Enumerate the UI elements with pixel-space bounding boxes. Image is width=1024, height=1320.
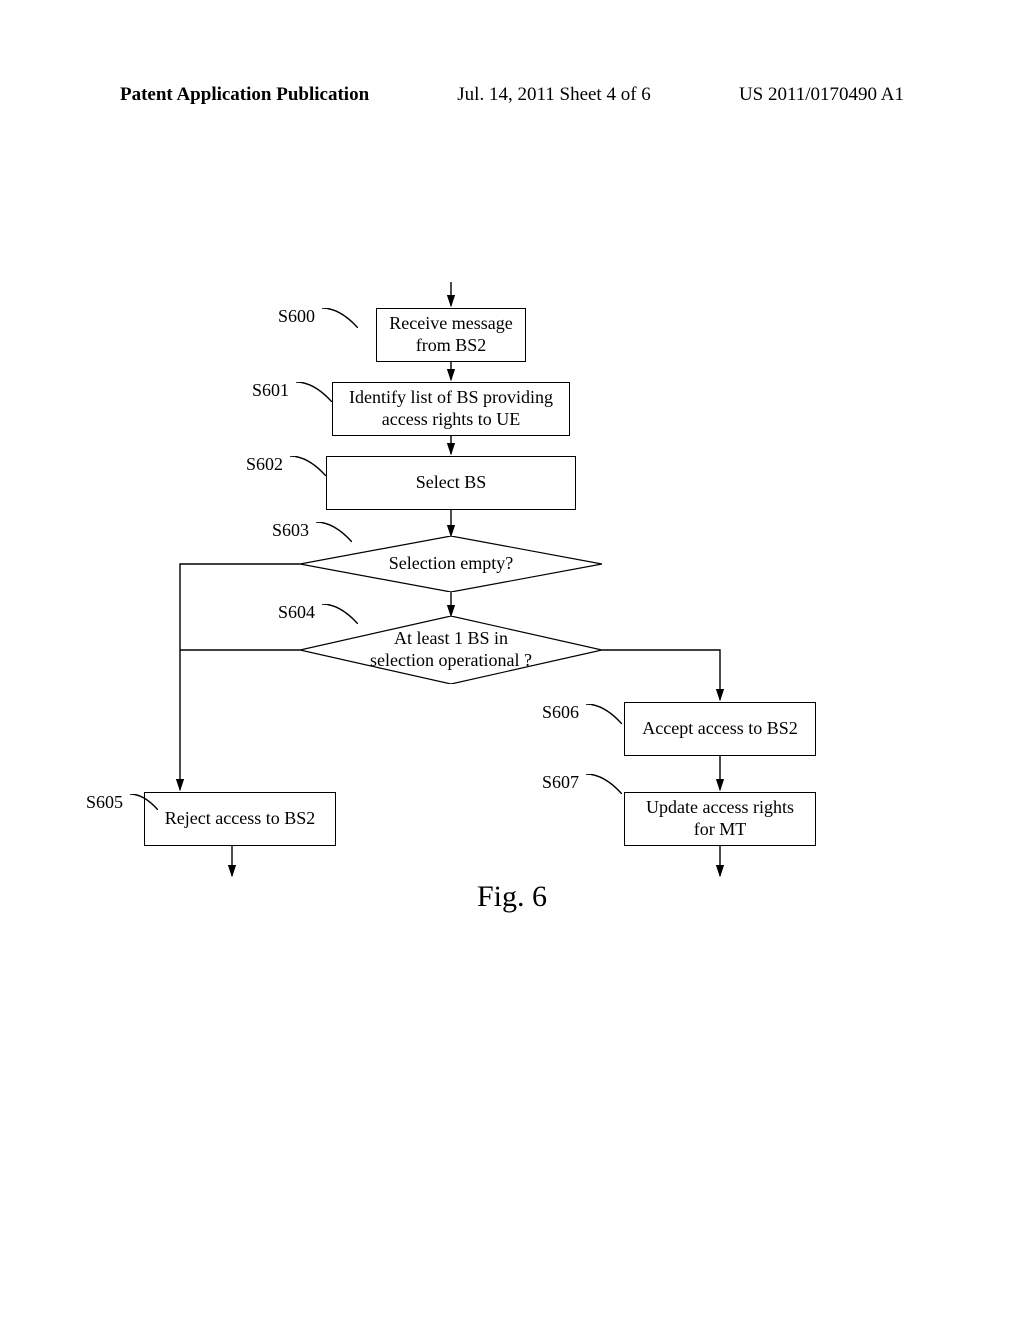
- step-s606-text: Accept access to BS2: [642, 718, 797, 740]
- label-s602: S602: [246, 454, 283, 475]
- label-tick-icon: [586, 704, 622, 724]
- label-s603: S603: [272, 520, 309, 541]
- step-s607-text: Update access rights for MT: [646, 797, 794, 840]
- figure-caption: Fig. 6: [0, 880, 1024, 914]
- label-tick-icon: [586, 774, 622, 794]
- step-s602-text: Select BS: [416, 472, 487, 494]
- label-s600: S600: [278, 306, 315, 327]
- label-s607: S607: [542, 772, 579, 793]
- decision-s603: Selection empty?: [300, 536, 602, 592]
- step-s605-text: Reject access to BS2: [165, 808, 315, 830]
- step-s605: Reject access to BS2: [144, 792, 336, 846]
- label-s606: S606: [542, 702, 579, 723]
- step-s607: Update access rights for MT: [624, 792, 816, 846]
- step-s601-text: Identify list of BS providing access rig…: [349, 387, 553, 430]
- decision-s604: At least 1 BS in selection operational ?: [300, 616, 602, 684]
- page: Patent Application Publication Jul. 14, …: [0, 0, 1024, 1320]
- label-s605: S605: [86, 792, 123, 813]
- label-tick-icon: [296, 382, 332, 402]
- label-tick-icon: [130, 794, 166, 814]
- label-tick-icon: [316, 522, 352, 542]
- label-s601: S601: [252, 380, 289, 401]
- step-s606: Accept access to BS2: [624, 702, 816, 756]
- step-s602: Select BS: [326, 456, 576, 510]
- label-tick-icon: [322, 308, 358, 328]
- label-s604: S604: [278, 602, 315, 623]
- label-tick-icon: [322, 604, 358, 624]
- step-s600-text: Receive message from BS2: [389, 313, 512, 356]
- decision-s603-text: Selection empty?: [389, 553, 513, 575]
- flowchart: Receive message from BS2 S600 Identify l…: [0, 0, 1024, 1320]
- label-tick-icon: [290, 456, 326, 476]
- decision-s604-text: At least 1 BS in selection operational ?: [370, 628, 532, 671]
- step-s600: Receive message from BS2: [376, 308, 526, 362]
- step-s601: Identify list of BS providing access rig…: [332, 382, 570, 436]
